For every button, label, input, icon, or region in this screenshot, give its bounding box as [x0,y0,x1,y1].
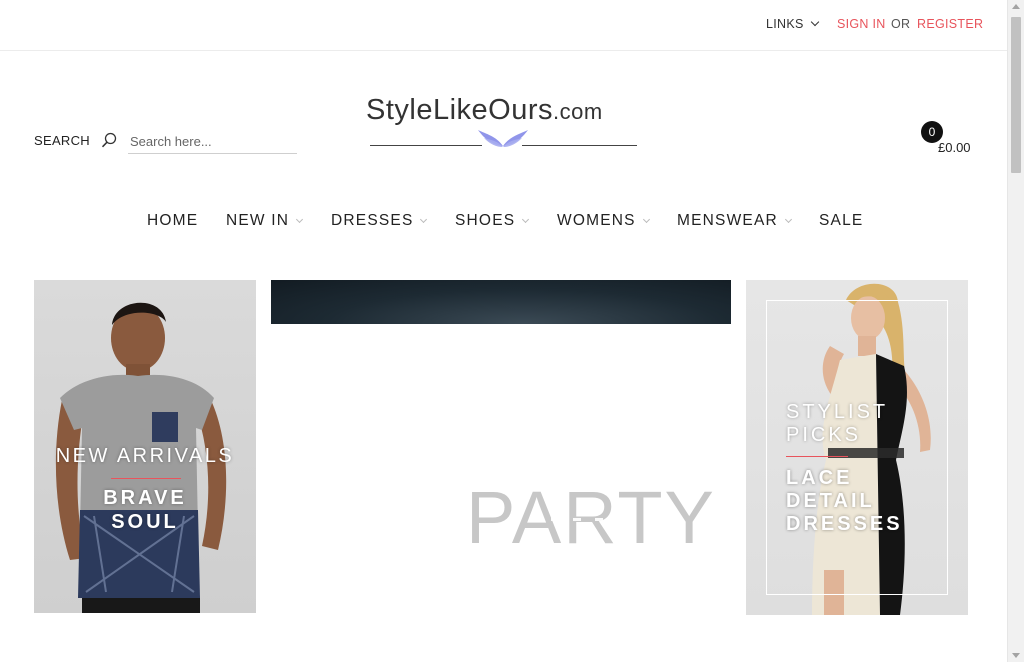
banner-frame [766,300,948,595]
page-scrollbar[interactable] [1007,0,1024,662]
nav-item-label: MENSWEAR [677,212,778,229]
nav-item-home[interactable]: HOME [147,212,198,230]
nav-item-womens[interactable]: WOMENS [557,212,650,230]
banner-subtitle-line: BRAVE [103,487,187,509]
sign-in-link[interactable]: SIGN IN [837,17,886,31]
search-input[interactable] [128,130,297,154]
banner-subtitle-line: DETAIL [786,490,875,512]
nav-item-label: SHOES [455,212,516,229]
nav-item-shoes[interactable]: SHOES [455,212,530,230]
slider-dot[interactable] [551,518,559,521]
search-icon[interactable] [101,132,117,148]
logo-divider-right [522,145,637,146]
site-logo[interactable]: StyleLikeOurs.com [366,94,642,152]
chevron-down-icon [522,215,530,223]
nav-item-label: SALE [819,212,864,229]
scroll-up-arrow-icon[interactable] [1012,4,1020,9]
banner-subtitle: LACE DETAIL DRESSES [786,467,956,536]
links-label: LINKS [766,17,804,31]
search-label: SEARCH [34,133,90,148]
nav-item-label: NEW IN [226,212,290,229]
banner-subtitle-line: DRESSES [786,513,903,535]
nav-item-new-in[interactable]: NEW IN [226,212,304,230]
banner-divider [786,456,848,457]
wings-icon [478,130,528,147]
nav-item-label: WOMENS [557,212,636,229]
nav-item-menswear[interactable]: MENSWEAR [677,212,792,230]
chevron-down-icon [784,215,792,223]
banner-title-line: PICKS [786,424,862,446]
logo-main: StyleLikeOurs [366,94,554,126]
logo-text: StyleLikeOurs.com [366,94,603,127]
nav-item-sale[interactable]: SALE [819,212,863,230]
slider-dot[interactable] [617,518,625,521]
top-bar: LINKS SIGN IN OR REGISTER [0,0,1007,51]
banner-subtitle-line: SOUL [111,511,179,533]
banner-divider [111,478,181,479]
chevron-down-icon [810,17,819,27]
slider-dot[interactable] [595,518,603,521]
scroll-down-arrow-icon[interactable] [1012,653,1020,658]
banner-title-line: STYLIST [786,401,889,423]
chevron-down-icon [642,215,650,223]
banner-title: STYLIST PICKS [786,401,936,447]
banner-title: NEW ARRIVALS [55,445,235,467]
nav-item-label: DRESSES [331,212,414,229]
banner-subtitle: BRAVE SOUL [34,486,256,534]
or-text: OR [891,17,911,31]
logo-suffix: .com [553,99,603,124]
nav-item-label: HOME [147,212,199,229]
links-dropdown[interactable]: LINKS [766,17,819,31]
slider-image-strip [271,280,731,324]
cart-total[interactable]: £0.00 [938,140,971,155]
hero-slider[interactable]: PARTY [271,280,731,614]
banner-subtitle-line: LACE [786,467,853,489]
chevron-down-icon [296,215,304,223]
new-arrivals-banner[interactable]: NEW ARRIVALS BRAVE SOUL [34,280,256,613]
slider-dot[interactable] [529,518,537,521]
chevron-down-icon [420,215,428,223]
nav-item-dresses[interactable]: DRESSES [331,212,428,230]
slider-dot[interactable] [573,518,581,521]
main-nav: HOME NEW IN DRESSES SHOES WOMENS MENSWEA… [0,212,1007,234]
stylist-picks-banner[interactable]: STYLIST PICKS LACE DETAIL DRESSES [746,280,968,615]
slider-dots [529,518,625,521]
register-link[interactable]: REGISTER [917,17,983,31]
logo-divider-left [370,145,482,146]
scrollbar-thumb[interactable] [1011,17,1021,173]
